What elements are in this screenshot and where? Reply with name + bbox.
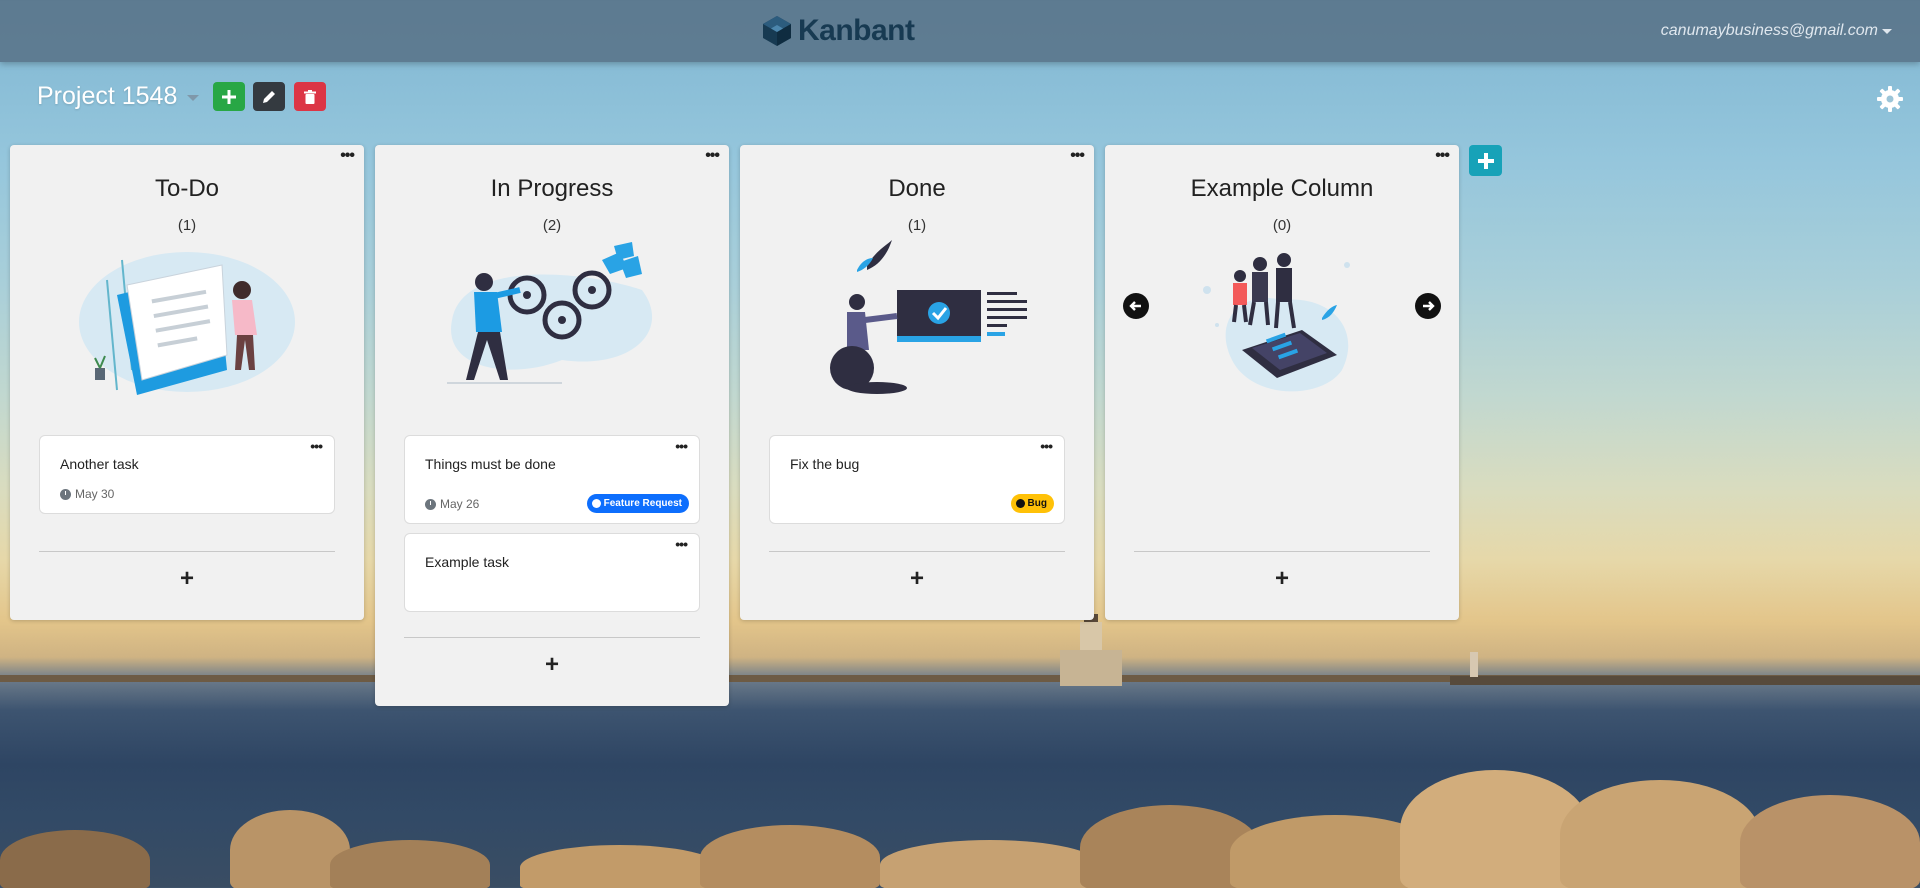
column-done: ••• Done (1) ••• Fix the bug Bug + [740, 145, 1094, 620]
navbar: Kanbant canumaybusiness@gmail.com [0, 0, 1920, 62]
divider [769, 551, 1065, 552]
brand-logo[interactable]: Kanbant [762, 14, 915, 48]
task-title: Another task [60, 456, 139, 472]
task-card[interactable]: ••• Fix the bug Bug [769, 435, 1065, 524]
feature-request-tag: Feature Request [586, 494, 689, 513]
column-title: In Progress [490, 175, 614, 202]
column-count: (0) [1272, 217, 1292, 234]
add-project-button[interactable] [213, 82, 245, 111]
task-menu-button[interactable]: ••• [310, 439, 323, 453]
task-card[interactable]: ••• Another task May 30 [39, 435, 335, 514]
task-menu-button[interactable]: ••• [1040, 439, 1053, 453]
task-menu-button[interactable]: ••• [675, 439, 688, 453]
chevron-down-icon [1882, 28, 1892, 34]
column-todo: ••• To-Do (1) ••• Another task May 30 + [10, 145, 364, 620]
column-menu-button[interactable]: ••• [1435, 148, 1450, 164]
add-task-button[interactable]: + [740, 565, 1094, 593]
task-due-date: May 30 [60, 487, 114, 501]
clock-icon [425, 498, 436, 510]
project-title: Project 1548 [37, 82, 178, 110]
edit-project-button[interactable] [253, 82, 285, 111]
tag-label: Feature Request [603, 498, 682, 509]
documents-illustration [79, 252, 295, 395]
user-menu[interactable]: canumaybusiness@gmail.com [1661, 22, 1892, 40]
column-example: ••• Example Column (0) + [1105, 145, 1459, 620]
column-title: Done [888, 175, 946, 202]
column-menu-button[interactable]: ••• [705, 148, 720, 164]
trash-icon [304, 89, 316, 104]
column-count: (1) [177, 217, 197, 234]
phone-people-illustration [1203, 253, 1350, 392]
checkmark-screen-illustration [830, 240, 1027, 394]
user-email: canumaybusiness@gmail.com [1660, 22, 1878, 39]
divider [39, 551, 335, 552]
task-due-date: May 26 [425, 497, 479, 511]
task-title: Example task [425, 554, 510, 570]
task-date-text: May 26 [440, 497, 480, 511]
shore-rocks [0, 770, 1920, 888]
add-column-button[interactable] [1469, 145, 1502, 176]
clock-icon [60, 488, 71, 500]
column-menu-button[interactable]: ••• [340, 148, 355, 164]
column-menu-button[interactable]: ••• [1070, 148, 1085, 164]
plus-icon [1477, 152, 1494, 169]
divider [1134, 551, 1430, 552]
gear-icon [1877, 86, 1903, 112]
lighthouse [1060, 614, 1122, 686]
column-title: Example Column [1190, 175, 1374, 202]
settings-button[interactable] [1876, 85, 1904, 113]
task-date-text: May 30 [75, 487, 115, 501]
brand-name: Kanbant [798, 14, 915, 47]
plus-icon [222, 89, 236, 104]
bug-tag: Bug [1010, 494, 1054, 513]
divider [404, 637, 700, 638]
chevron-down-icon [187, 94, 200, 101]
pencil-icon [263, 90, 275, 103]
task-card[interactable]: ••• Things must be done May 26 Feature R… [404, 435, 700, 524]
tag-label: Bug [1027, 498, 1047, 509]
column-title: To-Do [154, 175, 220, 202]
arrow-right-button[interactable] [1415, 293, 1441, 319]
task-title: Things must be done [425, 456, 556, 472]
arrow-left-icon [1129, 301, 1141, 311]
delete-project-button[interactable] [294, 82, 326, 111]
column-count: (2) [542, 217, 562, 234]
far-lighthouse [1470, 652, 1478, 677]
cube-logo-icon [763, 16, 791, 46]
pier-far [1450, 676, 1920, 685]
task-card[interactable]: ••• Example task [404, 533, 700, 612]
add-task-button[interactable]: + [1105, 565, 1459, 593]
arrow-left-button[interactable] [1123, 293, 1149, 319]
column-in-progress: ••• In Progress (2) ••• Things must be d… [375, 145, 729, 706]
project-selector[interactable]: Project 1548 [37, 82, 200, 111]
circle-icon [591, 499, 601, 508]
add-task-button[interactable]: + [10, 565, 364, 593]
arrow-right-icon [1423, 301, 1435, 311]
circle-icon [1015, 499, 1025, 508]
column-count: (1) [907, 217, 927, 234]
gears-illustration [447, 242, 653, 384]
task-title: Fix the bug [790, 456, 860, 472]
task-menu-button[interactable]: ••• [675, 537, 688, 551]
add-task-button[interactable]: + [375, 651, 729, 679]
